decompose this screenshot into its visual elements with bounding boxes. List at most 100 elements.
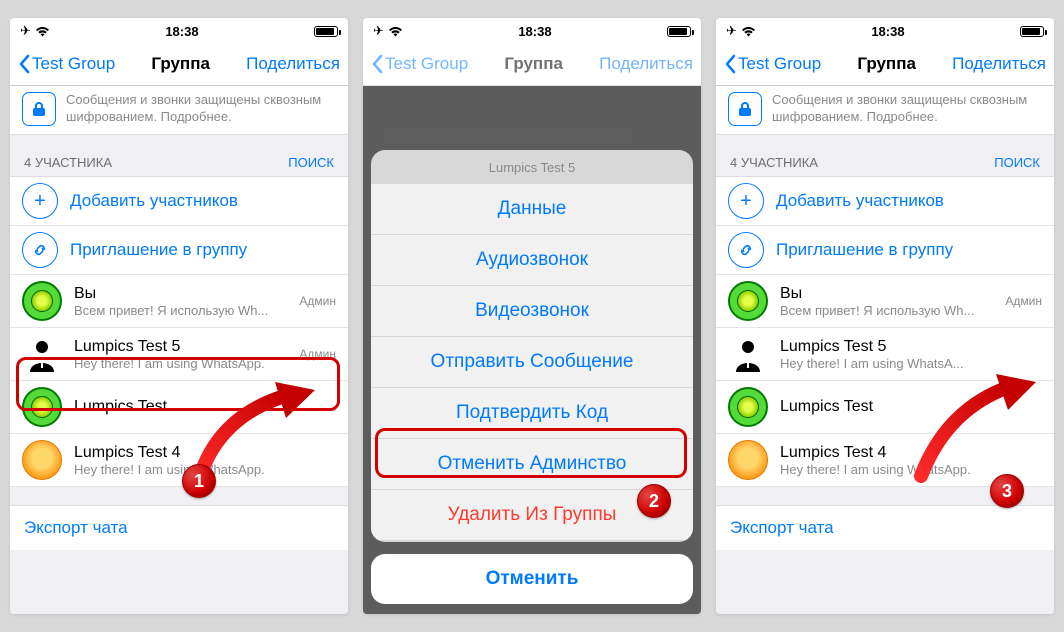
member-name: Lumpics Test bbox=[780, 398, 1042, 416]
avatar-lumpics5 bbox=[728, 334, 768, 374]
avatar-you bbox=[22, 281, 62, 321]
member-status: Всем привет! Я использую Wh... bbox=[74, 303, 287, 318]
members-list: + Добавить участников Приглашение в груп… bbox=[10, 176, 348, 487]
back-button[interactable]: Test Group bbox=[724, 54, 821, 74]
phone-screen-1: ✈ 18:38 Test Group Группа Поделиться Соо… bbox=[10, 18, 348, 614]
airplane-mode-icon: ✈ bbox=[726, 23, 737, 39]
lock-icon bbox=[22, 92, 56, 126]
member-name: Lumpics Test 5 bbox=[74, 338, 287, 356]
back-button: Test Group bbox=[371, 54, 468, 74]
step-badge-3: 3 bbox=[990, 474, 1024, 508]
avatar-you bbox=[728, 281, 768, 321]
members-list: + Добавить участников Приглашение в груп… bbox=[716, 176, 1054, 487]
sheet-title: Lumpics Test 5 bbox=[371, 150, 693, 183]
phone-screen-2: ✈ 18:38 Test Group Группа Поделиться Lum… bbox=[363, 18, 701, 614]
avatar-lumpics bbox=[22, 387, 62, 427]
admin-badge: Админ bbox=[299, 347, 336, 361]
link-icon bbox=[22, 232, 58, 268]
member-row-lumpics[interactable]: Lumpics Test bbox=[716, 381, 1054, 434]
sheet-item-info[interactable]: Данные bbox=[371, 183, 693, 234]
members-section-header: 4 УЧАСТНИКА ПОИСК bbox=[10, 135, 348, 176]
member-name: Lumpics Test bbox=[74, 398, 336, 416]
action-sheet: Lumpics Test 5 Данные Аудиозвонок Видеоз… bbox=[371, 150, 693, 542]
member-row-lumpics4[interactable]: Lumpics Test 4 Hey there! I am using Wha… bbox=[10, 434, 348, 487]
add-members-row[interactable]: + Добавить участников bbox=[716, 177, 1054, 226]
content-area: Сообщения и звонки защищены сквозным шиф… bbox=[10, 86, 348, 614]
export-chat-label: Экспорт чата bbox=[730, 518, 834, 537]
export-chat-row[interactable]: Экспорт чата bbox=[716, 505, 1054, 550]
member-name: Lumpics Test 4 bbox=[74, 444, 336, 462]
encryption-text: Сообщения и звонки защищены сквозным шиф… bbox=[772, 92, 1042, 126]
clock: 18:38 bbox=[871, 24, 904, 39]
admin-badge: Админ bbox=[1005, 294, 1042, 308]
sheet-item-video-call[interactable]: Видеозвонок bbox=[371, 285, 693, 336]
nav-bar: Test Group Группа Поделиться bbox=[10, 42, 348, 86]
battery-icon bbox=[1020, 26, 1044, 37]
invite-link-label: Приглашение в группу bbox=[776, 240, 953, 260]
sheet-item-audio-call[interactable]: Аудиозвонок bbox=[371, 234, 693, 285]
avatar-lumpics5 bbox=[22, 334, 62, 374]
avatar-lumpics4 bbox=[22, 440, 62, 480]
step-badge-1: 1 bbox=[182, 464, 216, 498]
member-status: Hey there! I am using WhatsApp. bbox=[74, 356, 287, 371]
nav-bar-dimmed: Test Group Группа Поделиться bbox=[363, 42, 701, 86]
sheet-item-verify-code[interactable]: Подтвердить Код bbox=[371, 387, 693, 438]
wifi-icon bbox=[741, 26, 756, 37]
nav-title: Группа bbox=[151, 54, 210, 74]
wifi-icon bbox=[35, 26, 50, 37]
back-label: Test Group bbox=[738, 54, 821, 74]
member-name: Lumpics Test 4 bbox=[780, 444, 1042, 462]
member-row-lumpics5[interactable]: Lumpics Test 5 Hey there! I am using Wha… bbox=[716, 328, 1054, 381]
member-count-label: 4 УЧАСТНИКА bbox=[24, 155, 112, 170]
sheet-item-dismiss-admin[interactable]: Отменить Админство bbox=[371, 438, 693, 489]
admin-badge: Админ bbox=[299, 294, 336, 308]
member-name: Вы bbox=[74, 285, 287, 303]
step-badge-2: 2 bbox=[637, 484, 671, 518]
content-area: Lumpics Test 5 Данные Аудиозвонок Видеоз… bbox=[363, 86, 701, 614]
phone-screen-3: ✈ 18:38 Test Group Группа Поделиться Соо… bbox=[716, 18, 1054, 614]
nav-title: Группа bbox=[857, 54, 916, 74]
back-label: Test Group bbox=[32, 54, 115, 74]
member-row-lumpics5[interactable]: Lumpics Test 5 Hey there! I am using Wha… bbox=[10, 328, 348, 381]
avatar-lumpics4 bbox=[728, 440, 768, 480]
add-members-label: Добавить участников bbox=[70, 191, 238, 211]
encryption-row[interactable]: Сообщения и звонки защищены сквозным шиф… bbox=[10, 86, 348, 135]
member-status: Hey there! I am using WhatsA... bbox=[780, 356, 1042, 371]
invite-link-label: Приглашение в группу bbox=[70, 240, 247, 260]
encryption-text: Сообщения и звонки защищены сквозным шиф… bbox=[66, 92, 336, 126]
status-bar: ✈ 18:38 bbox=[716, 18, 1054, 42]
battery-icon bbox=[314, 26, 338, 37]
member-row-lumpics[interactable]: Lumpics Test bbox=[10, 381, 348, 434]
airplane-mode-icon: ✈ bbox=[373, 23, 384, 39]
link-icon bbox=[728, 232, 764, 268]
clock: 18:38 bbox=[165, 24, 198, 39]
back-button[interactable]: Test Group bbox=[18, 54, 115, 74]
sheet-item-send-message[interactable]: Отправить Сообщение bbox=[371, 336, 693, 387]
content-area: Сообщения и звонки защищены сквозным шиф… bbox=[716, 86, 1054, 614]
avatar-lumpics bbox=[728, 387, 768, 427]
member-row-you[interactable]: Вы Всем привет! Я использую Wh... Админ bbox=[10, 275, 348, 328]
status-bar: ✈ 18:38 bbox=[363, 18, 701, 42]
member-name: Вы bbox=[780, 285, 993, 303]
battery-icon bbox=[667, 26, 691, 37]
member-row-you[interactable]: Вы Всем привет! Я использую Wh... Админ bbox=[716, 275, 1054, 328]
nav-bar: Test Group Группа Поделиться bbox=[716, 42, 1054, 86]
airplane-mode-icon: ✈ bbox=[20, 23, 31, 39]
clock: 18:38 bbox=[518, 24, 551, 39]
encryption-row[interactable]: Сообщения и звонки защищены сквозным шиф… bbox=[716, 86, 1054, 135]
share-button[interactable]: Поделиться bbox=[246, 54, 340, 74]
add-members-row[interactable]: + Добавить участников bbox=[10, 177, 348, 226]
wifi-icon bbox=[388, 26, 403, 37]
add-members-label: Добавить участников bbox=[776, 191, 944, 211]
plus-icon: + bbox=[22, 183, 58, 219]
search-link[interactable]: ПОИСК bbox=[288, 155, 334, 170]
share-button[interactable]: Поделиться bbox=[952, 54, 1046, 74]
lock-icon bbox=[728, 92, 762, 126]
invite-link-row[interactable]: Приглашение в группу bbox=[716, 226, 1054, 275]
invite-link-row[interactable]: Приглашение в группу bbox=[10, 226, 348, 275]
search-link[interactable]: ПОИСК bbox=[994, 155, 1040, 170]
member-status: Всем привет! Я использую Wh... bbox=[780, 303, 993, 318]
sheet-cancel-button[interactable]: Отменить bbox=[371, 554, 693, 604]
plus-icon: + bbox=[728, 183, 764, 219]
export-chat-row[interactable]: Экспорт чата bbox=[10, 505, 348, 550]
